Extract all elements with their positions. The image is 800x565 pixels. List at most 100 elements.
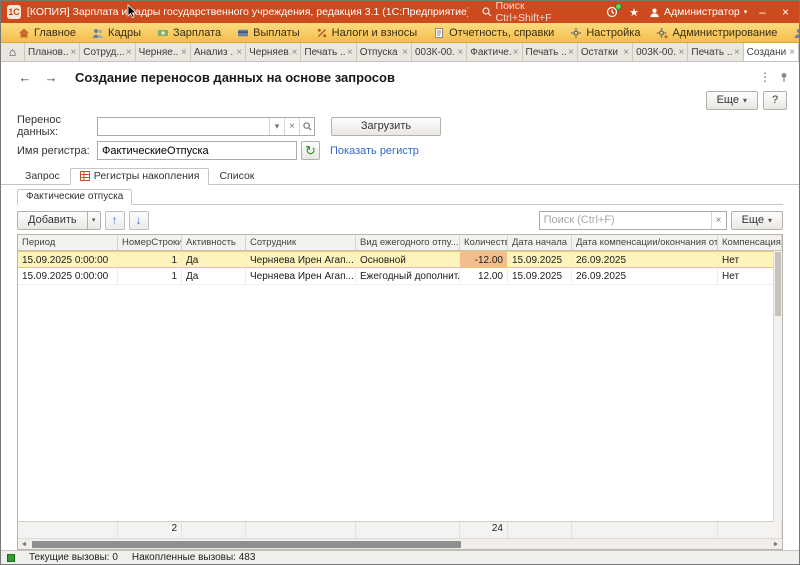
cell-start-date[interactable]: 15.09.2025 [508,268,572,285]
dropdown-arrow-icon[interactable]: ▾ [269,117,284,135]
scrollbar-thumb[interactable] [32,540,462,548]
vertical-scrollbar[interactable] [773,251,782,522]
close-icon[interactable]: × [457,47,463,58]
menu-item-hr[interactable]: Кадры [85,23,148,42]
pin-icon[interactable] [779,72,789,83]
favorites-star-icon[interactable]: ★ [627,5,641,19]
tab-sozdanie-active[interactable]: Создани...× [743,43,799,61]
close-icon[interactable]: × [402,47,408,58]
move-up-button[interactable]: ↑ [104,210,125,230]
close-icon[interactable]: × [181,47,187,58]
tab-pechat-3[interactable]: Печать ... × [688,43,744,61]
scroll-left-icon[interactable]: ◄ [18,541,30,548]
col-period[interactable]: Период [18,235,118,250]
tab-chernyae[interactable]: Черняе... × [136,43,191,61]
tab-query[interactable]: Запрос [15,168,70,184]
tab-otpuska[interactable]: Отпуска × [357,43,412,61]
register-name-input[interactable] [98,142,296,159]
close-icon[interactable]: × [679,47,685,58]
clear-search-icon[interactable]: × [710,211,726,229]
col-employee[interactable]: Сотрудник [246,235,356,250]
back-button[interactable]: ← [15,68,35,86]
table-row[interactable]: 15.09.2025 0:00:00 1 Да Черняева Ирен Аг… [18,268,782,285]
transfer-data-input[interactable] [98,117,269,135]
close-icon[interactable]: × [734,47,740,58]
close-icon[interactable]: × [623,47,629,58]
table-row[interactable]: 15.09.2025 0:00:00 1 Да Черняева Ирен Аг… [18,251,782,268]
more-button-top[interactable]: Еще ▾ [705,90,758,110]
menu-item-settings[interactable]: Настройка [563,23,647,42]
tab-analiz[interactable]: Анализ ... × [191,43,247,61]
add-button[interactable]: Добавить ▾ [17,210,101,230]
tab-pechat-1[interactable]: Печать ... × [301,43,357,61]
col-vacation-type[interactable]: Вид ежегодного отпу... [356,235,460,250]
col-quantity[interactable]: Количество [460,235,508,250]
user-menu[interactable]: Администратор ▾ [649,6,747,18]
close-icon[interactable]: × [126,47,132,58]
grid-search-input[interactable] [539,211,711,229]
cell-end-date[interactable]: 26.09.2025 [572,268,718,285]
close-icon[interactable]: × [292,47,298,58]
tab-home[interactable]: ⌂ [1,43,25,61]
cell-employee[interactable]: Черняева Ирен Агап... [246,251,356,268]
tab-list[interactable]: Список [209,168,264,184]
tab-actual-vacations[interactable]: Фактические отпуска [17,189,133,205]
kebab-menu-icon[interactable]: ⋮ [759,70,771,84]
minimize-button[interactable]: – [755,5,770,19]
cell-end-date[interactable]: 26.09.2025 [572,251,718,268]
menu-item-reports[interactable]: Отчетность, справки [426,23,561,42]
add-dropdown-icon[interactable]: ▾ [87,210,101,230]
close-window-button[interactable]: × [778,5,793,19]
menu-item-payments[interactable]: Выплаты [230,23,306,42]
menu-item-administration[interactable]: Администрирование [649,23,784,42]
tab-chernyaev[interactable]: Черняев...× [246,43,302,61]
tab-planov[interactable]: Планов... × [25,43,81,61]
close-icon[interactable]: × [70,47,76,58]
cell-employee[interactable]: Черняева Ирен Агап... [246,268,356,285]
cell-quantity[interactable]: 12.00 [460,268,508,285]
horizontal-scrollbar[interactable]: ◄ ► [18,538,782,549]
close-icon[interactable]: × [236,47,242,58]
cell-active[interactable]: Да [182,268,246,285]
cell-quantity[interactable]: -12.00 [460,251,508,268]
tab-sotrud[interactable]: Сотруд... × [80,43,136,61]
cell-line-number[interactable]: 1 [118,268,182,285]
tab-accumulation-registers[interactable]: Регистры накопления [69,168,210,185]
col-start-date[interactable]: Дата начала [508,235,572,250]
refresh-button[interactable]: ↻ [301,141,320,160]
scroll-right-icon[interactable]: ► [770,541,782,548]
col-end-date[interactable]: Дата компенсации/окончания отпуска [572,235,718,250]
tab-003k-1[interactable]: 003К-00...× [412,43,468,61]
col-active[interactable]: Активность [182,235,246,250]
menu-item-employees[interactable]: Сотрудники [786,23,799,42]
notifications-icon[interactable] [605,3,623,19]
close-icon[interactable]: × [568,47,574,58]
close-icon[interactable]: × [789,47,795,58]
help-button[interactable]: ? [763,90,787,110]
cell-line-number[interactable]: 1 [118,251,182,268]
tab-faktiche[interactable]: Фактиче...× [467,43,523,61]
cell-vacation-type[interactable]: Основной [356,251,460,268]
cell-period[interactable]: 15.09.2025 0:00:00 [18,268,118,285]
more-button-grid[interactable]: Еще ▾ [730,210,783,230]
tab-pechat-2[interactable]: Печать ... × [523,43,578,61]
cell-period[interactable]: 15.09.2025 0:00:00 [18,251,118,268]
move-down-button[interactable]: ↓ [128,210,149,230]
tab-ostatki[interactable]: Остатки ...× [578,43,634,61]
menu-item-salary[interactable]: Зарплата [150,23,228,42]
cell-vacation-type[interactable]: Ежегодный дополнит... [356,268,460,285]
close-icon[interactable]: × [347,47,353,58]
col-compensation[interactable]: Компенсация [718,235,782,250]
col-line-number[interactable]: НомерСтроки [118,235,182,250]
scrollbar-thumb[interactable] [775,252,781,316]
load-button[interactable]: Загрузить [331,116,441,136]
open-search-icon[interactable] [299,117,314,135]
menu-item-main[interactable]: Главное [11,23,83,42]
cell-start-date[interactable]: 15.09.2025 [508,251,572,268]
forward-button[interactable]: → [41,68,61,86]
global-search[interactable]: Поиск Ctrl+Shift+F [474,1,591,25]
menu-item-taxes[interactable]: Налоги и взносы [309,23,425,42]
cell-active[interactable]: Да [182,251,246,268]
show-register-link[interactable]: Показать регистр [330,145,419,157]
tab-003k-2[interactable]: 003К-00...× [633,43,689,61]
